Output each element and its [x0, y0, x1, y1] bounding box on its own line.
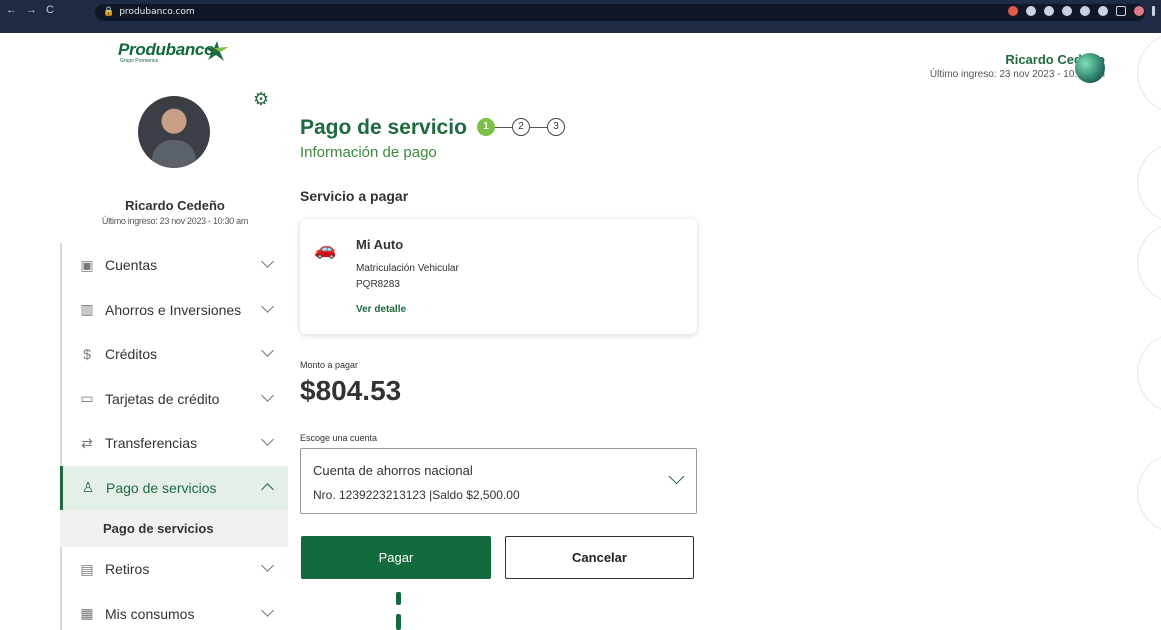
step-connector [530, 126, 547, 128]
forward-icon[interactable]: → [26, 4, 37, 16]
background-decoration [1131, 33, 1161, 630]
browser-toolbar: ← → C 🔒 produbanco.com [0, 0, 1161, 33]
browser-extensions [1008, 6, 1155, 16]
star-icon [204, 41, 228, 61]
atm-icon: ▤ [80, 560, 94, 577]
sidepanel-icon[interactable] [1116, 6, 1126, 16]
back-icon[interactable]: ← [6, 4, 17, 16]
account-select[interactable]: Cuenta de ahorros nacional Nro. 12392232… [300, 448, 697, 514]
reload-icon[interactable]: C [46, 4, 54, 16]
sidebar-item-retiros[interactable]: ▤ Retiros [60, 547, 288, 592]
brand-name: Produbanco [118, 40, 215, 59]
list-icon[interactable] [1098, 6, 1108, 16]
step-indicator: 3 [547, 118, 565, 136]
amount-label: Monto a pagar [300, 360, 359, 370]
sidebar-item-ahorros[interactable]: ▥ Ahorros e Inversiones [60, 287, 288, 332]
sidebar-item-label: Retiros [105, 561, 150, 578]
transfer-icon: ⇄ [81, 434, 93, 451]
car-icon: 🚗 [314, 239, 337, 259]
hand-coin-icon: $ [83, 346, 91, 363]
stepper: 1 2 3 [477, 118, 565, 136]
account-name: Cuenta de ahorros nacional [313, 463, 473, 478]
service-name: Mi Auto [356, 237, 404, 252]
sidebar-item-mis-consumos[interactable]: ▦ Mis consumos [60, 591, 288, 630]
sidebar-item-label: Pago de servicios [106, 479, 217, 496]
extension-icon[interactable] [1008, 6, 1018, 16]
scroll-handle[interactable] [396, 592, 401, 605]
step-indicator: 1 [477, 118, 495, 136]
account-detail: Nro. 1239223213123 |Saldo $2,500.00 [313, 488, 520, 502]
extension-icon[interactable] [1026, 6, 1036, 16]
page-subtitle: Información de pago [300, 144, 437, 161]
cancel-button[interactable]: Cancelar [505, 536, 694, 579]
sidebar-item-label: Mis consumos [105, 605, 195, 622]
service-card: 🚗 Mi Auto Matriculación Vehicular PQR828… [300, 219, 697, 334]
profile-icon[interactable] [1134, 6, 1144, 16]
bookmark-icon[interactable] [1062, 6, 1072, 16]
account-select-label: Escoge una cuenta [300, 433, 378, 443]
card-icon: ▭ [80, 390, 94, 407]
user-service-icon: ♙ [81, 479, 95, 496]
header-avatar[interactable] [1075, 53, 1105, 83]
pay-button[interactable]: Pagar [301, 536, 491, 579]
sidebar-item-tarjetas[interactable]: ▭ Tarjetas de crédito [60, 376, 288, 421]
service-description: Matriculación Vehicular [356, 263, 459, 274]
browser-nav: ← → C [6, 4, 54, 16]
amount-value: $804.53 [300, 375, 402, 406]
step-connector [495, 126, 512, 128]
chevron-down-icon [668, 468, 685, 485]
sidebar-menu: ▣ Cuentas ▥ Ahorros e Inversiones $ Créd… [60, 243, 288, 630]
sidebar-item-label: Créditos [105, 346, 158, 363]
sidebar-item-cuentas[interactable]: ▣ Cuentas [60, 243, 288, 288]
sidebar-item-label: Ahorros e Inversiones [105, 301, 242, 318]
sidebar-user-name: Ricardo Cedeño [125, 198, 225, 213]
lock-icon: 🔒 [103, 7, 115, 17]
page-title: Pago de servicio [300, 116, 467, 139]
sidebar-item-pago-servicios[interactable]: ♙ Pago de servicios [60, 465, 288, 510]
sidebar-item-creditos[interactable]: $ Créditos [60, 332, 288, 377]
sidebar-subitem-pago-servicios[interactable]: Pago de servicios [60, 510, 288, 547]
consumption-icon: ▦ [80, 605, 94, 622]
scroll-handle[interactable] [396, 614, 401, 630]
view-detail-link[interactable]: Ver detalle [356, 304, 406, 315]
wallet-icon: ▣ [80, 256, 94, 273]
avatar [138, 96, 210, 168]
sidebar-item-label: Transferencias [105, 435, 198, 452]
gear-icon[interactable]: ⚙ [253, 89, 269, 110]
sidebar-item-label: Cuentas [105, 257, 158, 274]
url-text: produbanco.com [119, 7, 195, 17]
brand-logo[interactable]: Produbanco Grupo Promerica [118, 40, 228, 64]
section-label: Servicio a pagar [300, 188, 409, 204]
sidebar-item-transferencias[interactable]: ⇄ Transferencias [60, 421, 288, 466]
sidebar-last-login: Último ingreso: 23 nov 2023 - 10:30 am [101, 216, 249, 226]
step-indicator: 2 [512, 118, 530, 136]
service-plate: PQR8283 [356, 279, 400, 290]
share-icon[interactable] [1044, 6, 1054, 16]
more-icon[interactable] [1152, 6, 1155, 16]
chart-icon: ▥ [80, 301, 94, 318]
sidebar-item-label: Tarjetas de crédito [105, 390, 220, 407]
address-bar[interactable]: 🔒 produbanco.com [95, 4, 1145, 21]
puzzle-icon[interactable] [1080, 6, 1090, 16]
